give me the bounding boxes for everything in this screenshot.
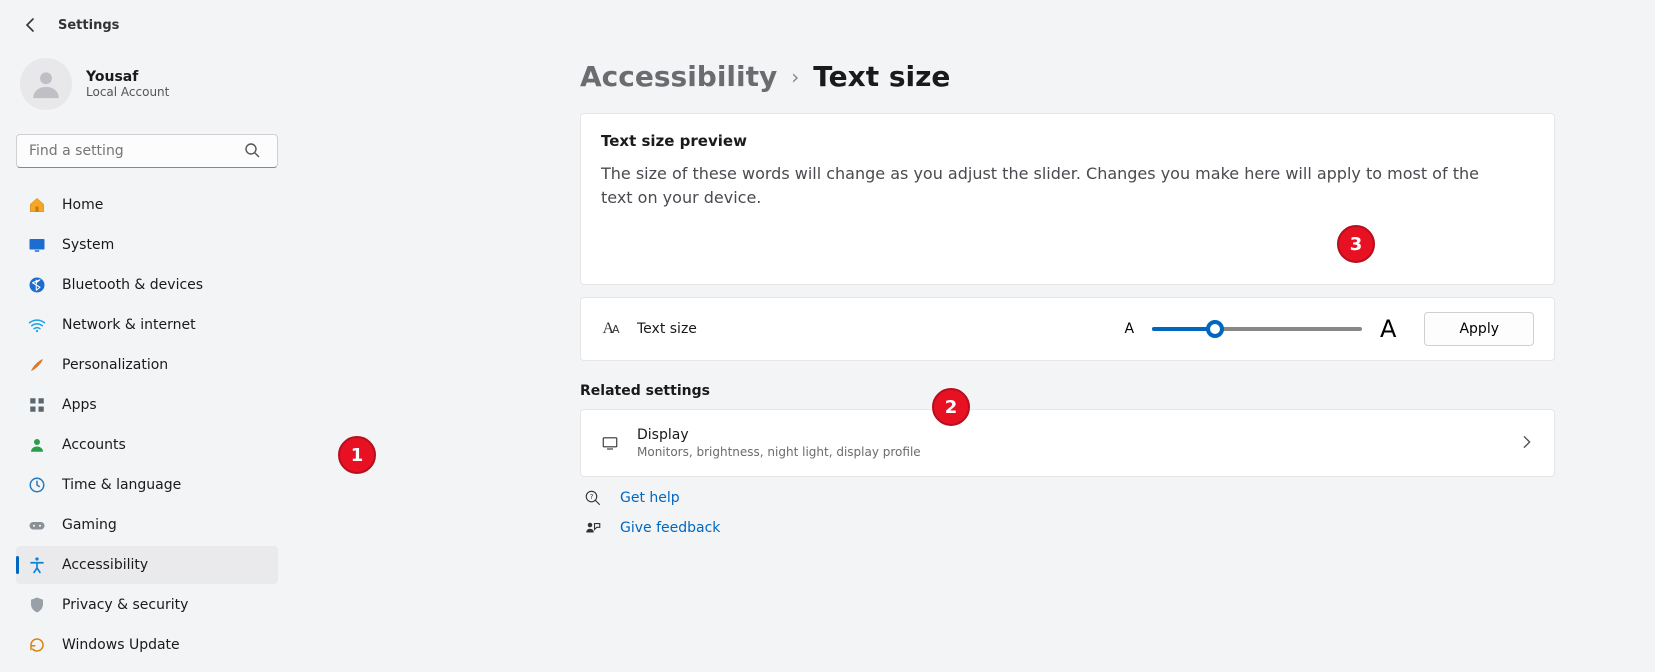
slider-marker-small: A — [1124, 321, 1134, 337]
search-icon — [244, 142, 260, 162]
sidebar-item-gaming[interactable]: Gaming — [16, 506, 278, 544]
related-display-item[interactable]: Display Monitors, brightness, night ligh… — [580, 409, 1555, 477]
breadcrumb-leaf: Text size — [813, 60, 950, 93]
privacy-icon — [28, 596, 46, 614]
get-help-row[interactable]: ? Get help — [584, 489, 1551, 507]
svg-text:?: ? — [590, 493, 594, 501]
bluetooth-icon — [28, 276, 46, 294]
profile-name: Yousaf — [86, 69, 169, 85]
person-icon — [29, 67, 63, 101]
preview-title: Text size preview — [601, 132, 1534, 150]
sidebar-item-label: Accessibility — [62, 557, 148, 573]
sidebar-item-label: Network & internet — [62, 317, 196, 333]
sidebar-item-label: Windows Update — [62, 637, 180, 653]
sidebar-item-update[interactable]: Windows Update — [16, 626, 278, 664]
sidebar-item-home[interactable]: Home — [16, 186, 278, 224]
accessibility-icon — [28, 556, 46, 574]
profile-sub: Local Account — [86, 85, 169, 99]
text-size-slider[interactable] — [1152, 327, 1362, 331]
give-feedback-row[interactable]: Give feedback — [584, 519, 1551, 537]
profile-block[interactable]: Yousaf Local Account — [16, 52, 284, 128]
breadcrumb-parent[interactable]: Accessibility — [580, 60, 777, 93]
sidebar-item-label: Gaming — [62, 517, 117, 533]
slider-marker-big: A — [1380, 315, 1396, 343]
slider-thumb[interactable] — [1206, 320, 1224, 338]
sidebar-item-label: Apps — [62, 397, 97, 413]
related-display-title: Display — [637, 427, 921, 443]
gaming-icon — [28, 516, 46, 534]
apps-icon — [28, 396, 46, 414]
breadcrumb: Accessibility › Text size — [580, 60, 1555, 93]
app-title: Settings — [58, 18, 119, 33]
brush-icon — [28, 356, 46, 374]
back-button[interactable] — [20, 14, 42, 36]
sidebar-item-label: Time & language — [62, 477, 181, 493]
sidebar-item-privacy[interactable]: Privacy & security — [16, 586, 278, 624]
sidebar-item-network[interactable]: Network & internet — [16, 306, 278, 344]
wifi-icon — [28, 316, 46, 334]
apply-button[interactable]: Apply — [1424, 312, 1534, 346]
text-size-icon: AA — [601, 320, 619, 338]
avatar — [20, 58, 72, 110]
sidebar-item-apps[interactable]: Apps — [16, 386, 278, 424]
back-arrow-icon — [23, 17, 39, 33]
sidebar-item-label: Bluetooth & devices — [62, 277, 203, 293]
sidebar-item-system[interactable]: System — [16, 226, 278, 264]
slider-label: Text size — [637, 321, 697, 337]
get-help-link[interactable]: Get help — [620, 490, 680, 506]
sidebar-item-bluetooth[interactable]: Bluetooth & devices — [16, 266, 278, 304]
home-icon — [28, 196, 46, 214]
display-icon — [601, 434, 619, 452]
accounts-icon — [28, 436, 46, 454]
preview-text: The size of these words will change as y… — [601, 162, 1481, 210]
give-feedback-link[interactable]: Give feedback — [620, 520, 720, 536]
sidebar-item-accounts[interactable]: Accounts — [16, 426, 278, 464]
related-settings-heading: Related settings — [580, 383, 1555, 399]
sidebar-item-label: System — [62, 237, 114, 253]
annotation-badge-3: 3 — [1337, 225, 1375, 263]
feedback-icon — [584, 519, 602, 537]
nav-list: Home System Bluetooth & devices Network … — [16, 186, 278, 664]
sidebar-item-label: Privacy & security — [62, 597, 188, 613]
update-icon — [28, 636, 46, 654]
sidebar-item-time[interactable]: Time & language — [16, 466, 278, 504]
help-icon: ? — [584, 489, 602, 507]
sidebar-item-label: Accounts — [62, 437, 126, 453]
chevron-right-icon: › — [791, 65, 799, 89]
text-size-preview-card: Text size preview The size of these word… — [580, 113, 1555, 285]
chevron-right-icon — [1520, 434, 1534, 453]
sidebar-item-label: Home — [62, 197, 103, 213]
time-icon — [28, 476, 46, 494]
sidebar-item-accessibility[interactable]: Accessibility — [16, 546, 278, 584]
related-display-sub: Monitors, brightness, night light, displ… — [637, 445, 921, 459]
system-icon — [28, 236, 46, 254]
search-input[interactable] — [16, 134, 278, 168]
annotation-badge-2: 2 — [932, 388, 970, 426]
text-size-slider-card: AA Text size A A Apply — [580, 297, 1555, 361]
sidebar-item-personalization[interactable]: Personalization — [16, 346, 278, 384]
annotation-badge-1: 1 — [338, 436, 376, 474]
sidebar-item-label: Personalization — [62, 357, 168, 373]
